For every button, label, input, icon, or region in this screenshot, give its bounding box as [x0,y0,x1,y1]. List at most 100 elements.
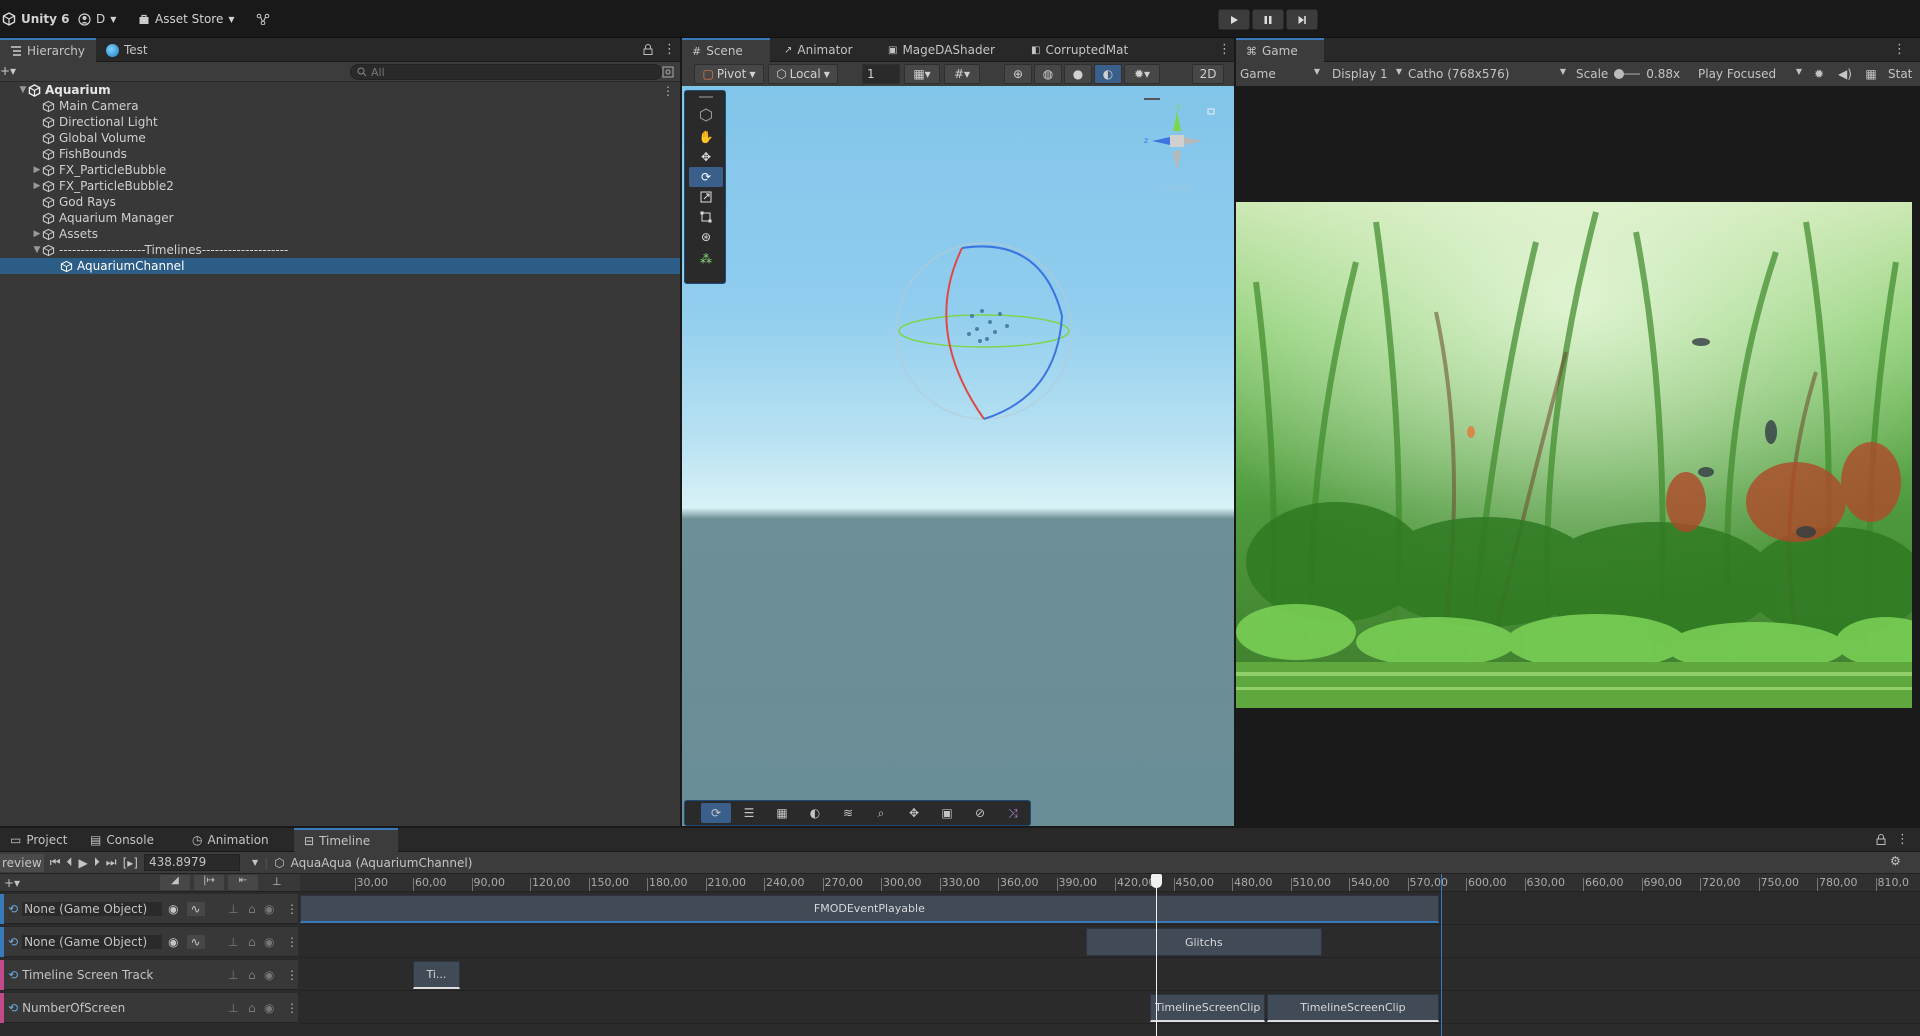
hierarchy-item[interactable]: Aquarium Manager [0,210,680,226]
track-kebab-icon[interactable]: ⋮ [286,902,298,916]
scale-slider[interactable]: Scale 0.88x [1570,67,1692,81]
shading-lit[interactable]: ◐ [1094,64,1122,84]
version-control-button[interactable] [256,8,270,30]
time-field[interactable]: 438.8979 [143,854,240,871]
add-track-button[interactable]: +▾ [4,876,20,890]
preview-toggle[interactable]: review [0,853,44,872]
edit-mode-toggle[interactable]: |↦ [194,875,224,890]
timeline-ruler[interactable]: 30,00 60,00 90,00 120,00 150,00 180,00 210,00 2… [300,874,1920,892]
lock-icon[interactable]: ⌂ [248,902,256,916]
track-header[interactable]: ⟲ None (Game Object) ◉ ∿ ⊥ ⌂ ◉ ⋮ [0,926,298,957]
grid-visibility-dropdown[interactable]: #▾ [944,64,980,84]
eye-icon[interactable]: ◉ [264,902,274,916]
tab-test[interactable]: Test [96,38,158,62]
tab-game[interactable]: ⌘ Game [1236,38,1324,62]
game-kebab-icon[interactable]: ⋮ [1893,42,1906,57]
overlay-layers[interactable]: ≋ [833,803,863,823]
rotate-tool[interactable]: ⟳ [689,167,723,187]
track-lane[interactable]: FMODEventPlayable [300,893,1920,925]
curves-toggle[interactable]: ◢ [160,875,190,890]
game-viewport[interactable] [1236,86,1920,826]
settings-gear-icon[interactable]: ⚙ [1890,854,1901,868]
pin-icon[interactable]: ⊥ [272,875,282,888]
scene-kebab-icon[interactable]: ⋮ [1218,42,1231,57]
asset-store-dropdown[interactable]: Asset Store ▼ [138,8,235,30]
gizmos-toggle[interactable]: ▦ [1858,67,1884,81]
track-header[interactable]: ⟲ Timeline Screen Track ⊥ ⌂ ◉ ⋮ [0,959,298,990]
timeline-asset-label[interactable]: AquaAqua (AquariumChannel) [291,856,473,870]
pin-icon[interactable]: ⊥ [228,968,238,982]
pin-icon[interactable]: ⊥ [228,1001,238,1015]
go-to-end-icon[interactable]: ⏭ [106,855,117,870]
overlay-camera[interactable]: ▣ [932,803,962,823]
timeline-clip[interactable]: TimelineScreenClip [1150,994,1266,1022]
gizmo-toggle[interactable]: ⊕ [1004,64,1032,84]
chevron-down-icon[interactable]: ▼ [252,858,258,867]
scene-kebab-icon[interactable]: ⋮ [662,84,674,98]
palette-grip[interactable] [689,93,723,101]
game-mode-dropdown[interactable]: Game ▼ [1236,67,1324,81]
lock-icon[interactable]: ⌂ [248,1001,256,1015]
lighting-dropdown[interactable]: ✹▾ [1124,64,1160,84]
track-name[interactable]: None (Game Object) [22,934,163,949]
hierarchy-item[interactable]: ▶ Assets [0,226,680,242]
scale-track[interactable] [1614,69,1641,79]
shading-wire[interactable]: ◍ [1034,64,1062,84]
tab-animator[interactable]: ↗ Animator [774,38,863,62]
lock-icon[interactable] [1876,834,1886,845]
resolution-dropdown[interactable]: Catho (768x576) ▼ [1402,67,1570,81]
eye-icon[interactable]: ◉ [264,935,274,949]
track-kebab-icon[interactable]: ⋮ [286,968,298,982]
play-button[interactable] [1218,9,1250,30]
tab-scene[interactable]: # Scene [682,38,770,62]
tab-project[interactable]: ▭ Project [0,828,77,852]
overlay-grid[interactable]: ▦ [767,803,797,823]
hierarchy-item[interactable]: AquariumChannel [0,258,680,274]
timeline-clip[interactable]: TimelineScreenClip [1267,994,1439,1022]
track-lane[interactable]: TimelineScreenClip TimelineScreenClip [300,992,1920,1024]
toggle-2d-button[interactable]: 2D [1192,64,1224,84]
search-input[interactable] [371,65,651,79]
overlay-search[interactable]: ⌕ [866,803,896,823]
object-picker-icon[interactable]: ◉ [168,935,178,949]
hierarchy-item[interactable]: ▶ FX_ParticleBubble [0,162,680,178]
track-header[interactable]: ⟲ None (Game Object) ◉ ∿ ⊥ ⌂ ◉ ⋮ [0,893,298,924]
hierarchy-item[interactable]: ▼ --------------------Timelines----------… [0,242,680,258]
view-tool[interactable] [689,105,723,125]
hierarchy-item[interactable]: Directional Light [0,114,680,130]
tab-console[interactable]: ▤ Console [80,828,164,852]
snap-value-field[interactable]: 1 [862,64,900,84]
expand-arrow-icon[interactable]: ▼ [32,245,42,255]
timeline-clip[interactable]: Glitchs [1085,928,1322,956]
tab-timeline[interactable]: ⊟ Timeline [294,828,398,852]
tab-magedashader[interactable]: ▣ MageDAShader [878,38,1005,62]
pause-button[interactable] [1252,9,1284,30]
tab-corruptedmat[interactable]: ◧ CorruptedMat [1021,38,1138,62]
transform-tool[interactable]: ⊛ [689,227,723,247]
kebab-menu-icon[interactable]: ⋮ [1896,832,1909,847]
lock-icon[interactable] [643,44,653,55]
display-dropdown[interactable]: Display 1 ▼ [1324,67,1402,81]
frame-debugger-toggle[interactable]: ✹ [1806,67,1832,81]
expand-arrow-icon[interactable]: ▼ [18,85,28,95]
step-button[interactable] [1286,9,1318,30]
playhead[interactable] [1150,874,1162,1036]
stats-toggle[interactable]: Stat [1884,67,1912,81]
play-focused-dropdown[interactable]: Play Focused ▼ [1692,67,1806,81]
eye-icon[interactable]: ◉ [264,1001,274,1015]
hierarchy-item[interactable]: Main Camera [0,98,680,114]
unity-menu[interactable]: Unity 6 [2,8,70,30]
pin-icon[interactable]: ⊥ [228,935,238,949]
curves-icon[interactable]: ∿ [186,934,205,949]
mute-audio-toggle[interactable]: ◀) [1832,67,1858,81]
previous-frame-icon[interactable]: ⏴ [67,855,73,870]
track-kebab-icon[interactable]: ⋮ [286,1001,298,1015]
overlay-settings[interactable]: ☰ [734,803,764,823]
hierarchy-item[interactable]: Global Volume [0,130,680,146]
track-header[interactable]: ⟲ NumberOfScreen ⊥ ⌂ ◉ ⋮ [0,992,298,1023]
rotate-gizmo[interactable] [892,236,1082,436]
object-picker-icon[interactable]: ◉ [168,902,178,916]
custom-tool[interactable]: ⁂ [689,249,723,269]
lock-icon[interactable]: ⌂ [248,968,256,982]
play-icon[interactable]: ▶ [79,856,88,870]
